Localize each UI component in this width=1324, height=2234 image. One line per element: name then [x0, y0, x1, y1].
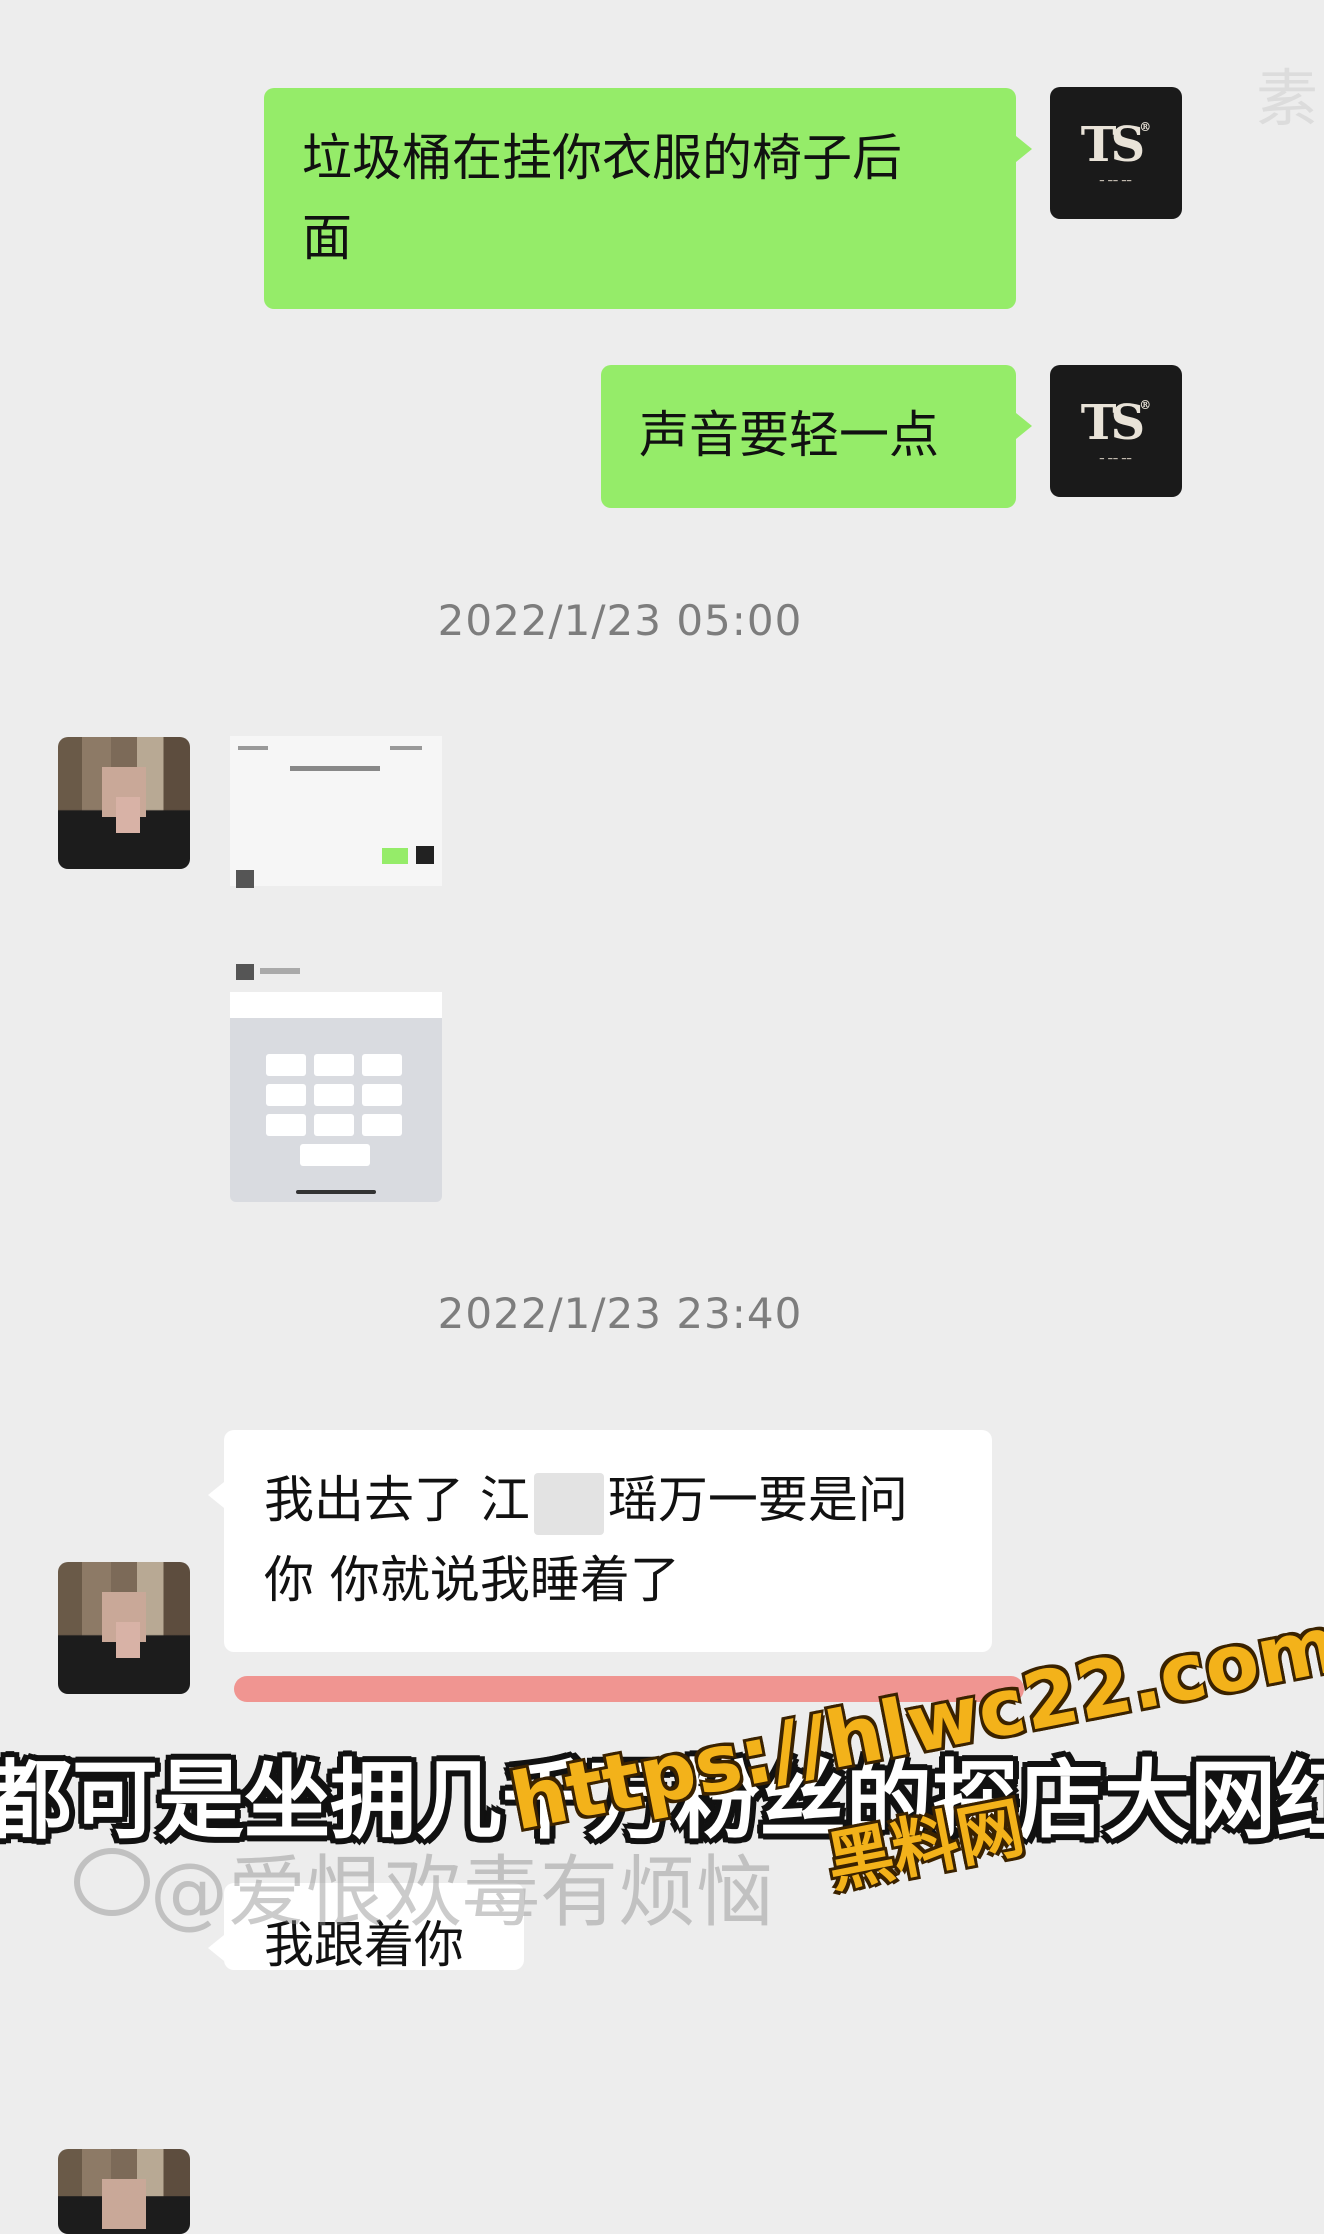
avatar-self[interactable]: TS® ━ ━━ ━━: [1050, 87, 1182, 219]
timestamp: 2022/1/23 05:00: [437, 596, 803, 645]
message-text: 垃圾桶在挂你衣服的椅子后: [302, 129, 902, 187]
avatar-contact[interactable]: [58, 1562, 190, 1694]
screenshot-thumbnail-chat: [230, 736, 442, 886]
ts-logo-icon: TS®: [1080, 117, 1152, 173]
avatar-self[interactable]: TS® ━ ━━ ━━: [1050, 365, 1182, 497]
message-bubble-received[interactable]: 我出去了 江瑶万一要是问 你 你就说我睡着了: [208, 1430, 992, 1652]
avatar-contact[interactable]: [58, 737, 190, 869]
message-text: 声音要轻一点: [639, 406, 939, 464]
message-text: 面: [302, 209, 352, 267]
message-text: 我出去了 江瑶万一要是问: [264, 1460, 952, 1540]
ts-logo-subtext: ━ ━━ ━━: [1099, 455, 1133, 463]
avatar-contact[interactable]: [58, 2149, 190, 2234]
message-text: 你 你就说我睡着了: [264, 1551, 680, 1609]
ts-logo-icon: TS®: [1080, 395, 1152, 451]
screenshot-thumbnail-keyboard: [230, 992, 442, 1202]
mosaic-blur: [533, 1472, 604, 1535]
message-bubble-sent[interactable]: 声音要轻一点: [601, 365, 1032, 508]
ts-logo-subtext: ━ ━━ ━━: [1099, 177, 1133, 185]
corner-watermark: 素: [1255, 62, 1318, 135]
image-message[interactable]: [230, 736, 442, 1202]
timestamp: 2022/1/23 23:40: [437, 1289, 803, 1338]
message-bubble-sent[interactable]: 垃圾桶在挂你衣服的椅子后 面: [264, 88, 1032, 309]
weibo-logo-icon: [74, 1848, 150, 1916]
